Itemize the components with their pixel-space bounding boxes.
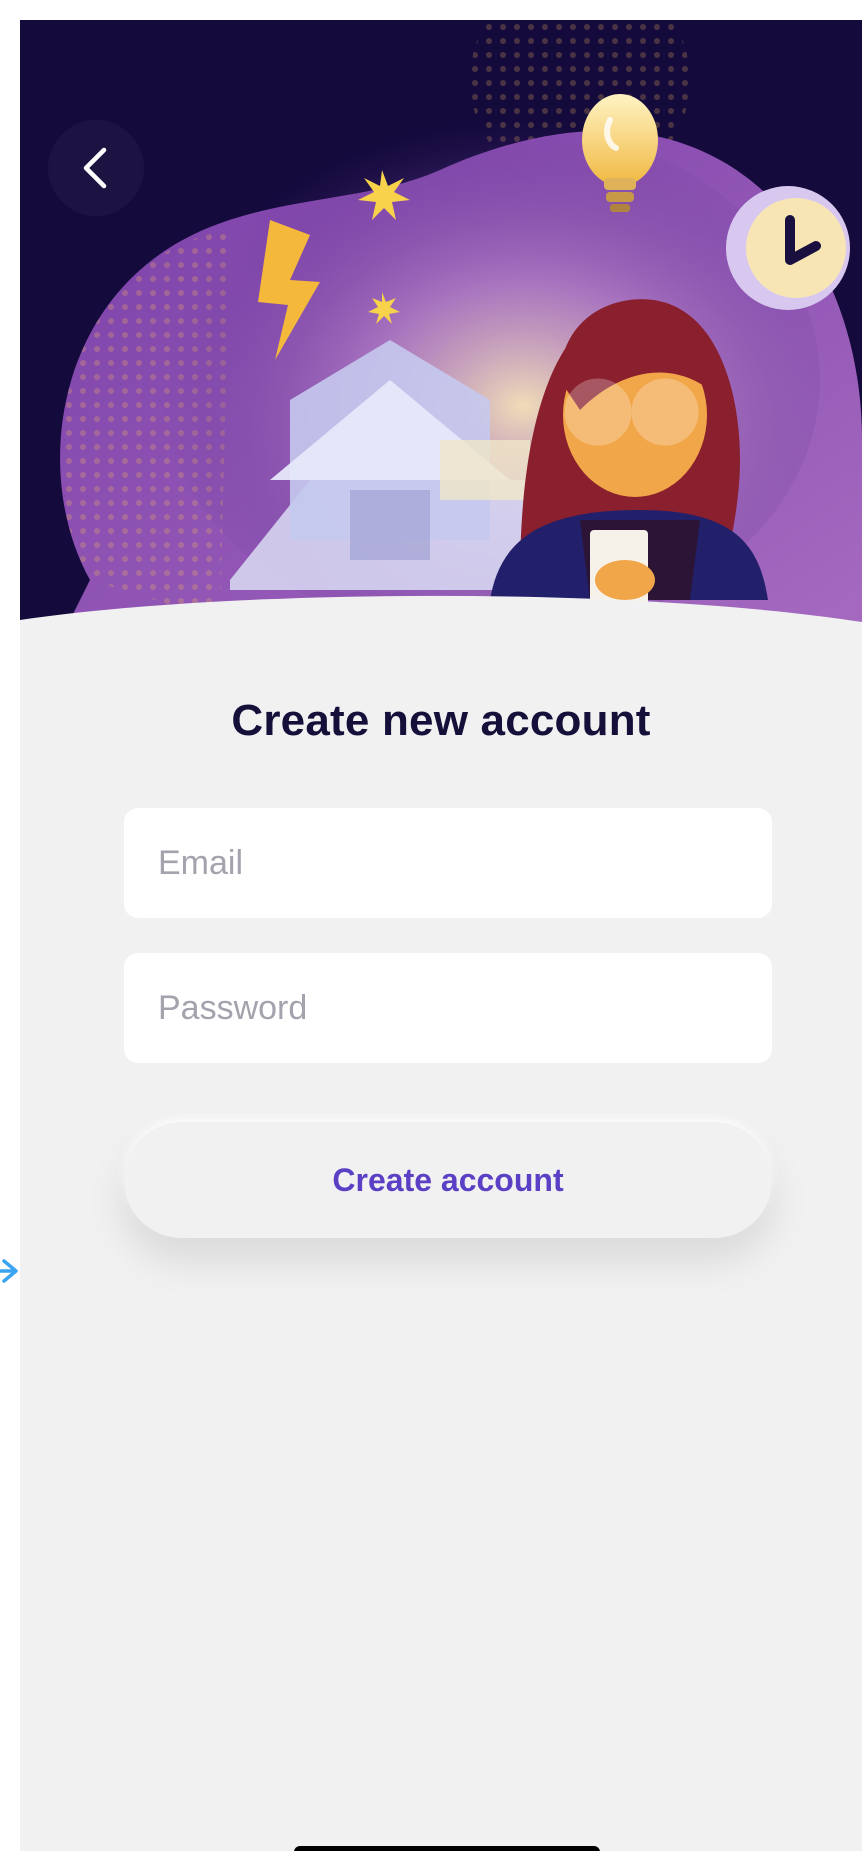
chevron-left-icon xyxy=(83,147,107,189)
page-title: Create new account xyxy=(231,696,651,745)
create-account-button[interactable]: Create account xyxy=(124,1122,772,1238)
hero-illustration xyxy=(20,20,862,640)
hero-artwork xyxy=(20,20,862,640)
clock-icon xyxy=(726,186,850,310)
arrow-right-icon xyxy=(0,1259,18,1283)
back-button[interactable] xyxy=(48,120,144,216)
home-indicator xyxy=(294,1846,600,1851)
email-field[interactable] xyxy=(124,808,772,918)
app-screen: Create new account Create account xyxy=(20,20,862,1851)
password-field[interactable] xyxy=(124,953,772,1063)
